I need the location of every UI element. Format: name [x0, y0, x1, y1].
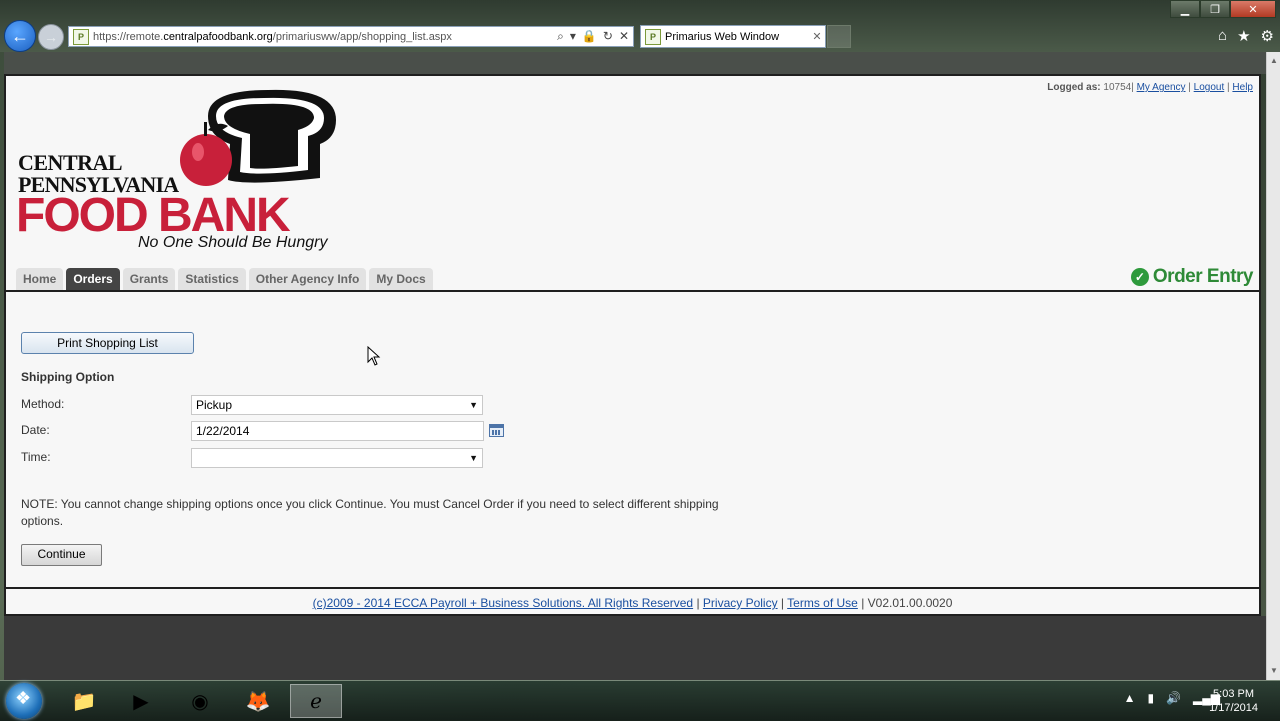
continue-button[interactable]: Continue: [21, 544, 102, 566]
browser-chrome: ▁ ❐ ✕ ← → P https://remote.centralpafood…: [0, 0, 1280, 52]
scroll-up-arrow-icon[interactable]: ▲: [1269, 56, 1279, 66]
close-window-button[interactable]: ✕: [1230, 0, 1276, 18]
tab-title: Primarius Web Window: [665, 30, 780, 43]
logged-as-label: Logged as:: [1047, 82, 1101, 93]
food-bank-logo[interactable]: CENTRAL PENNSYLVANIA FOOD BANK No One Sh…: [16, 86, 338, 256]
print-shopping-list-button[interactable]: Print Shopping List: [21, 332, 194, 354]
order-entry-title: Order Entry: [1152, 266, 1254, 287]
media-player-icon[interactable]: ▶: [115, 684, 167, 718]
time-select[interactable]: ▼: [191, 448, 483, 468]
copyright-link[interactable]: (c)2009 - 2014 ECCA Payroll + Business S…: [313, 596, 694, 610]
forward-button[interactable]: →: [38, 24, 64, 50]
privacy-policy-link[interactable]: Privacy Policy: [703, 596, 778, 610]
tab-statistics[interactable]: Statistics: [178, 268, 246, 290]
time-dropdown-arrow-icon[interactable]: ▼: [469, 449, 478, 467]
vertical-scrollbar[interactable]: ▲ ▼: [1266, 52, 1280, 680]
minimize-button[interactable]: ▁: [1170, 0, 1200, 18]
url-prefix: https://remote.: [93, 30, 164, 43]
order-entry-icon: ✓: [1130, 268, 1149, 286]
method-select-value: Pickup: [196, 398, 233, 412]
search-icon[interactable]: ⌕: [557, 29, 564, 44]
calendar-icon[interactable]: [489, 424, 504, 437]
system-tray: ▲ ▮ 🔊 ▂▄▆: [1124, 691, 1220, 705]
clock-date: 1/17/2014: [1209, 702, 1258, 714]
url-path: /primariusww/app/shopping_list.aspx: [272, 30, 452, 43]
method-label: Method:: [21, 397, 65, 411]
refresh-icon[interactable]: ↻: [603, 29, 613, 44]
footer: (c)2009 - 2014 ECCA Payroll + Business S…: [312, 596, 953, 610]
login-info: Logged as: 10754| My Agency | Logout | H…: [1047, 82, 1253, 93]
chrome-icon[interactable]: ◉: [174, 684, 226, 718]
stop-icon[interactable]: ✕: [619, 29, 629, 44]
logo-tagline: No One Should Be Hungry: [138, 234, 328, 251]
help-link[interactable]: Help: [1232, 82, 1253, 93]
show-hidden-icons-icon[interactable]: ▲: [1124, 691, 1136, 705]
logo-line-central: CENTRAL: [18, 150, 123, 175]
page-top-band: [4, 52, 1266, 74]
order-entry-heading: ✓ Order Entry: [1130, 266, 1254, 288]
system-clock[interactable]: 5:03 PM 1/17/2014: [1209, 687, 1258, 715]
logout-link[interactable]: Logout: [1194, 82, 1225, 93]
favorites-star-icon[interactable]: ★: [1237, 27, 1250, 45]
back-button[interactable]: ←: [4, 20, 36, 52]
tab-grants[interactable]: Grants: [122, 268, 176, 290]
my-agency-link[interactable]: My Agency: [1137, 82, 1186, 93]
method-select[interactable]: Pickup ▼: [191, 395, 483, 415]
date-input[interactable]: 1/22/2014: [191, 421, 484, 441]
internet-explorer-icon[interactable]: ℯ: [290, 684, 342, 718]
scroll-down-arrow-icon[interactable]: ▼: [1269, 666, 1279, 676]
tab-home[interactable]: Home: [16, 268, 64, 290]
taskbar: 📁 ▶ ◉ 🦊 ℯ ▲ ▮ 🔊 ▂▄▆ 5:03 PM 1/17/2014: [0, 680, 1280, 721]
settings-gear-icon[interactable]: ⚙: [1261, 27, 1274, 45]
method-dropdown-arrow-icon[interactable]: ▼: [469, 396, 478, 414]
version-text: V02.01.00.0020: [867, 596, 953, 610]
restore-button[interactable]: ❐: [1200, 0, 1230, 18]
shipping-option-title: Shipping Option: [21, 370, 115, 384]
dropdown-arrow-icon[interactable]: ▾: [570, 29, 576, 44]
address-bar[interactable]: P https://remote.centralpafoodbank.org/p…: [68, 26, 634, 47]
file-explorer-icon[interactable]: 📁: [58, 684, 110, 718]
tab-favicon-icon: P: [645, 28, 661, 45]
tab-close-icon[interactable]: ✕: [809, 30, 825, 43]
url-domain: centralpafoodbank.org: [163, 30, 273, 43]
firefox-icon[interactable]: 🦊: [232, 684, 284, 718]
url-text[interactable]: https://remote.centralpafoodbank.org/pri…: [93, 31, 557, 43]
new-tab-button[interactable]: [827, 25, 851, 48]
browser-tab[interactable]: P Primarius Web Window ✕: [640, 25, 826, 48]
mouse-cursor-icon: [367, 346, 381, 366]
footer-divider: [6, 587, 1259, 589]
window-controls: ▁ ❐ ✕: [1170, 0, 1276, 18]
site-favicon-icon: P: [73, 28, 89, 45]
start-button[interactable]: [6, 683, 42, 719]
time-label: Time:: [21, 450, 51, 464]
volume-icon[interactable]: 🔊: [1166, 691, 1181, 705]
tab-orders[interactable]: Orders: [66, 268, 120, 290]
terms-of-use-link[interactable]: Terms of Use: [787, 596, 858, 610]
lock-icon[interactable]: 🔒: [582, 29, 597, 44]
date-label: Date:: [21, 423, 50, 437]
logged-as-value: 10754: [1103, 82, 1132, 93]
clock-time: 5:03 PM: [1213, 688, 1255, 700]
web-page: Logged as: 10754| My Agency | Logout | H…: [4, 74, 1261, 616]
page-lower-background: [4, 616, 1266, 680]
power-icon[interactable]: ▮: [1147, 691, 1154, 705]
main-nav: Home Orders Grants Statistics Other Agen…: [6, 266, 1259, 292]
tab-other-agency-info[interactable]: Other Agency Info: [248, 268, 367, 290]
shipping-note: NOTE: You cannot change shipping options…: [21, 497, 719, 528]
home-icon[interactable]: ⌂: [1218, 27, 1227, 45]
tab-my-docs[interactable]: My Docs: [369, 268, 433, 290]
